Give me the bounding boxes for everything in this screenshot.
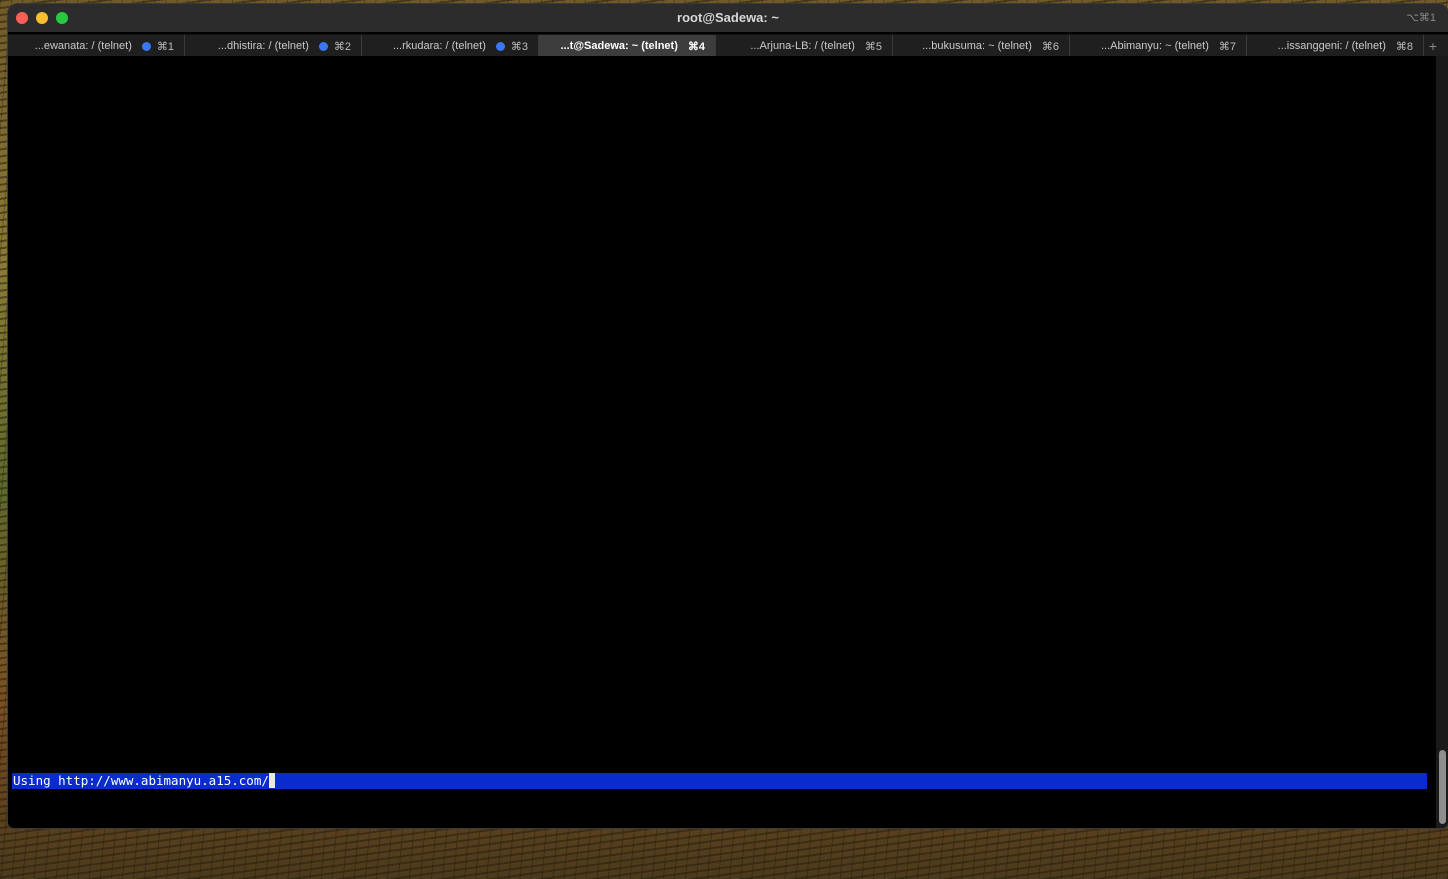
tab-4[interactable]: ...t@Sadewa: ~ (telnet) ⌘4 — [539, 35, 716, 57]
window-title: root@Sadewa: ~ — [677, 10, 779, 25]
text-cursor — [268, 773, 275, 788]
scrollbar-thumb[interactable] — [1439, 750, 1446, 824]
tab-shortcut: ⌘8 — [1395, 40, 1413, 53]
tab-label: ...t@Sadewa: ~ (telnet) — [560, 40, 678, 52]
tab-2[interactable]: ...dhistira: / (telnet) ⌘2 — [185, 35, 362, 57]
title-bar[interactable]: root@Sadewa: ~ ⌥⌘1 — [8, 4, 1448, 32]
tab-shortcut: ⌘1 — [156, 40, 174, 53]
window-shortcut: ⌥⌘1 — [1406, 12, 1436, 24]
tab-5[interactable]: ...Arjuna-LB: / (telnet) ⌘5 — [716, 35, 893, 57]
tab-label: ...issanggeni: / (telnet) — [1277, 40, 1386, 52]
tab-3[interactable]: ...rkudara: / (telnet) ⌘3 — [362, 35, 539, 57]
activity-dot-icon — [141, 41, 151, 51]
status-line: Using http://www.abimanyu.a15.com/ — [12, 773, 1427, 789]
status-text: Using http://www.abimanyu.a15.com/ — [13, 773, 269, 788]
vertical-scrollbar[interactable] — [1436, 56, 1448, 828]
tab-7[interactable]: ...Abimanyu: ~ (telnet) ⌘7 — [1070, 35, 1247, 57]
tab-label: ...Abimanyu: ~ (telnet) — [1100, 40, 1209, 52]
tab-shortcut: ⌘2 — [333, 40, 351, 53]
tab-8[interactable]: ...issanggeni: / (telnet) ⌘8 — [1247, 35, 1424, 57]
tab-label: ...bukusuma: ~ (telnet) — [922, 40, 1032, 52]
tab-6[interactable]: ...bukusuma: ~ (telnet) ⌘6 — [893, 35, 1070, 57]
tab-bar: ...ewanata: / (telnet) ⌘1 ...dhistira: /… — [8, 34, 1448, 57]
tab-label: ...rkudara: / (telnet) — [392, 40, 486, 52]
tab-label: ...dhistira: / (telnet) — [217, 40, 309, 52]
activity-dot-icon — [318, 41, 328, 51]
activity-dot-icon — [495, 41, 505, 51]
terminal-output[interactable]: Using http://www.abimanyu.a15.com/ — [8, 56, 1436, 828]
tab-label: ...Arjuna-LB: / (telnet) — [750, 40, 855, 52]
tab-shortcut: ⌘4 — [687, 40, 705, 53]
terminal-window: root@Sadewa: ~ ⌥⌘1 ...ewanata: / (telnet… — [8, 4, 1448, 828]
tab-shortcut: ⌘7 — [1218, 40, 1236, 53]
tab-label: ...ewanata: / (telnet) — [34, 40, 132, 52]
tab-shortcut: ⌘3 — [510, 40, 528, 53]
tab-1[interactable]: ...ewanata: / (telnet) ⌘1 — [8, 35, 185, 57]
new-tab-button[interactable]: + — [1424, 35, 1442, 57]
tab-shortcut: ⌘6 — [1041, 40, 1059, 53]
tab-shortcut: ⌘5 — [864, 40, 882, 53]
